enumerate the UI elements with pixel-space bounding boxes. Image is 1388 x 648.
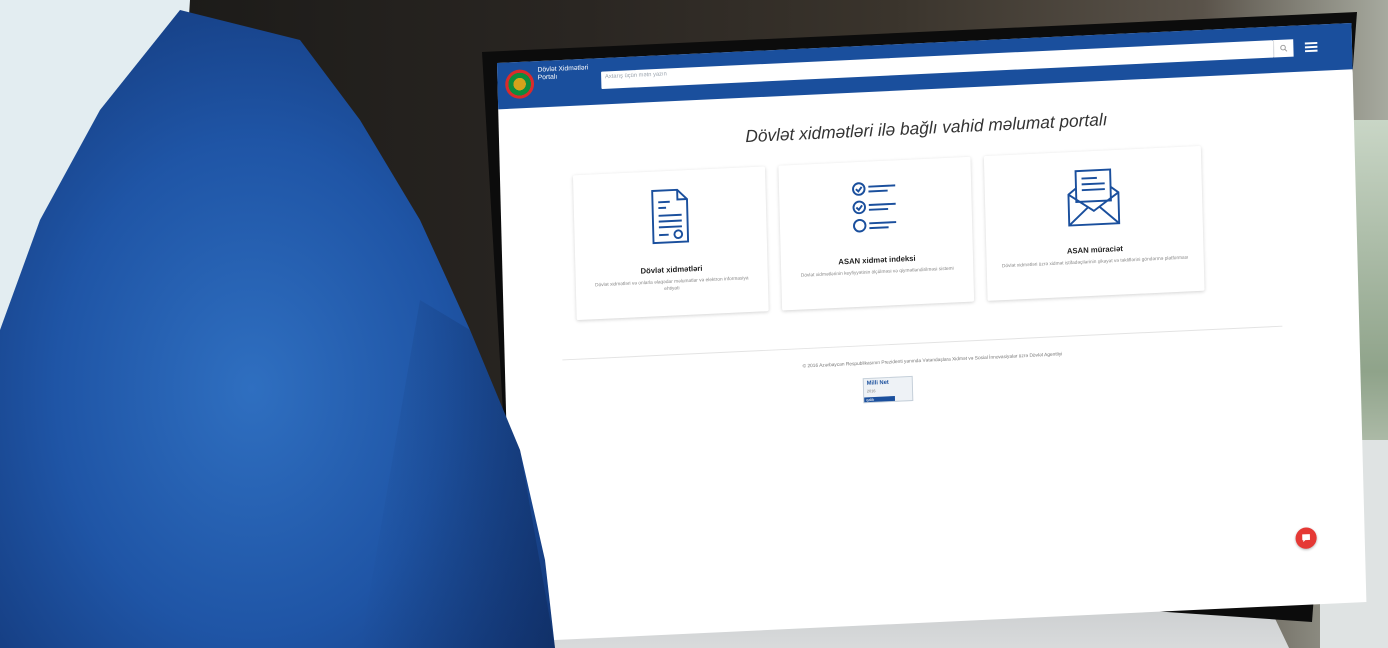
checklist-icon xyxy=(852,182,897,233)
search-icon xyxy=(1280,44,1288,52)
service-cards: Dövlət xidmətləri Dövlət xidmətləri və o… xyxy=(572,142,1287,330)
monitor-screen: Dövlət Xidmətləri Portalı Axtarış üçün m… xyxy=(497,22,1376,642)
website: Dövlət Xidmətləri Portalı Axtarış üçün m… xyxy=(497,22,1367,642)
chat-button[interactable] xyxy=(1295,527,1317,550)
logo-text[interactable]: Dövlət Xidmətləri Portalı xyxy=(537,64,595,82)
search-placeholder: Axtarış üçün mətn yazın xyxy=(604,71,667,81)
menu-button[interactable] xyxy=(1302,38,1322,56)
footer-divider xyxy=(562,325,1283,361)
emblem-logo-icon[interactable] xyxy=(504,69,535,100)
card-description: Dövlət xidmətlərinin keyfiyyətinin ölçül… xyxy=(800,265,954,279)
search-button[interactable] xyxy=(1273,39,1294,58)
badge-sub: qalib xyxy=(864,396,896,403)
menu-icon-bar xyxy=(1305,49,1318,53)
badge-title: Milli Net xyxy=(866,379,889,387)
badge-year: 2016 xyxy=(866,388,876,394)
card-asan-muraciet[interactable]: ASAN müraciət Dövlət xidmətləri üzrə xid… xyxy=(983,145,1205,301)
card-asan-xidmet-indeksi[interactable]: ASAN xidmət indeksi Dövlət xidmətlərinin… xyxy=(778,156,975,311)
menu-icon xyxy=(1304,41,1318,45)
milli-net-badge[interactable]: Milli Net 2016 qalib xyxy=(862,375,914,404)
chat-icon xyxy=(1302,534,1311,543)
footer-copyright: © 2016 Azərbaycan Respublikasının Prezid… xyxy=(802,351,1063,370)
background-photo: Dövlət Xidmətləri Portalı Axtarış üçün m… xyxy=(0,0,1388,648)
card-description: Dövlət xidmətləri və onlarla əlaqədar mə… xyxy=(595,275,749,292)
card-dovlet-xidmetleri[interactable]: Dövlət xidmətləri Dövlət xidmətləri və o… xyxy=(572,166,769,321)
envelope-icon xyxy=(1067,168,1121,227)
menu-icon-bar xyxy=(1304,45,1318,49)
document-icon xyxy=(651,188,690,245)
